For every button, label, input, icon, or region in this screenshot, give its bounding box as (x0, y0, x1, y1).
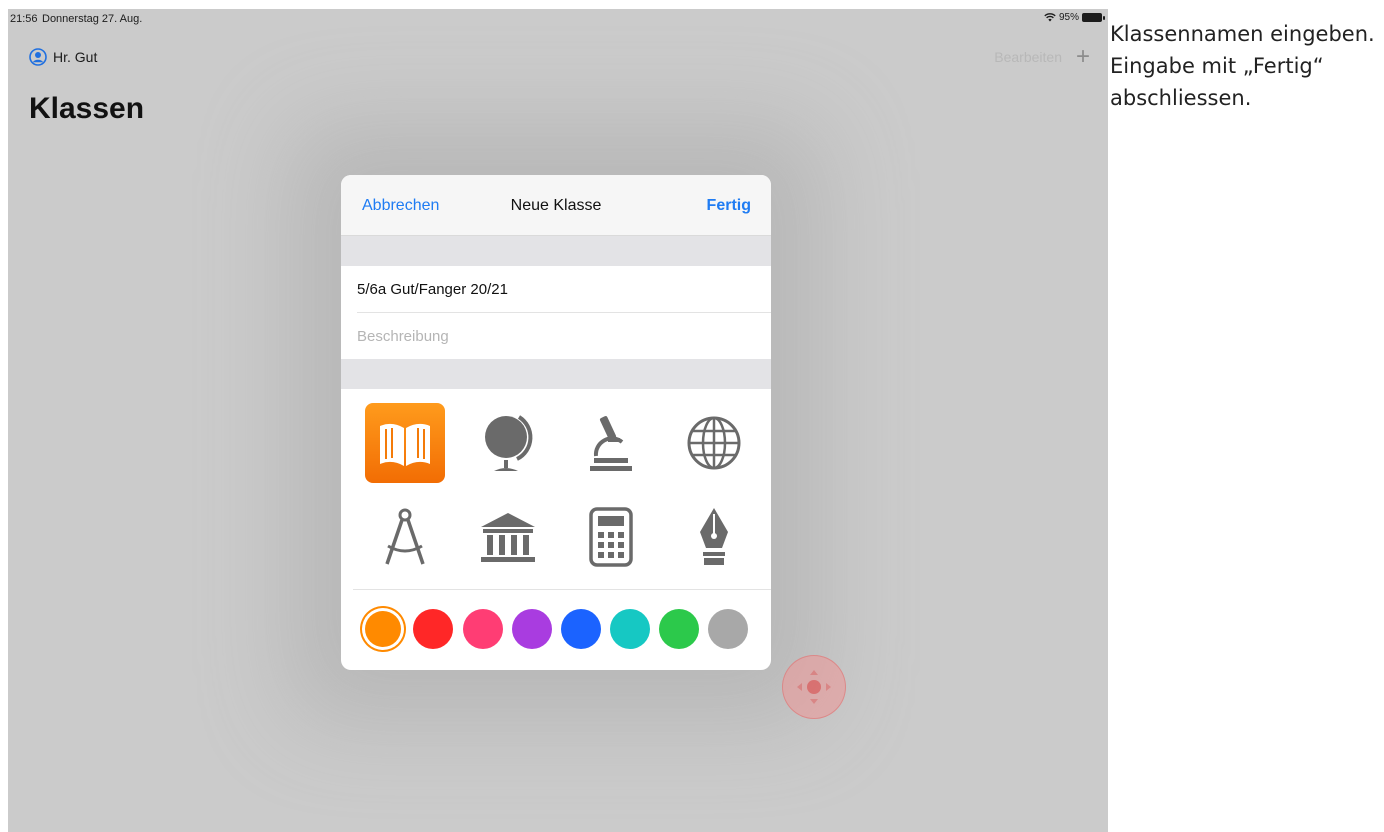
color-swatch-gray[interactable] (708, 609, 748, 649)
class-name-field[interactable]: 5/6a Gut/Fanger 20/21 (357, 266, 771, 313)
color-swatch-pink[interactable] (463, 609, 503, 649)
user-circle-icon (29, 48, 47, 66)
battery-icon (1082, 13, 1105, 22)
calculator-icon[interactable] (571, 497, 651, 577)
wifi-icon (1044, 13, 1056, 22)
color-swatch-orange[interactable] (365, 611, 401, 647)
assistive-touch-icon (797, 670, 831, 704)
done-button[interactable]: Fertig (707, 197, 751, 215)
color-picker (341, 590, 771, 665)
microscope-icon[interactable] (571, 403, 651, 483)
user-button[interactable]: Hr. Gut (29, 48, 97, 66)
instruction-caption: Klassennamen eingeben. Eingabe mit „Fert… (1110, 22, 1375, 110)
section-gap (341, 236, 771, 266)
dialog-header: Abbrechen Neue Klasse Fertig (341, 175, 771, 236)
museum-icon[interactable] (468, 497, 548, 577)
status-date: Donnerstag 27. Aug. (42, 13, 143, 25)
ipad-screen: 21:56 Donnerstag 27. Aug. 95% Hr. Gut Be… (8, 9, 1108, 832)
color-swatch-red[interactable] (413, 609, 453, 649)
section-gap (341, 359, 771, 389)
new-class-dialog: Abbrechen Neue Klasse Fertig 5/6a Gut/Fa… (341, 175, 771, 670)
nav-right: Bearbeiten + (994, 45, 1090, 69)
book-icon[interactable] (365, 403, 445, 483)
color-swatch-green[interactable] (659, 609, 699, 649)
plus-icon[interactable]: + (1076, 45, 1090, 69)
color-swatch-purple[interactable] (512, 609, 552, 649)
fountain-pen-icon[interactable] (674, 497, 754, 577)
page-title: Klassen (29, 92, 145, 125)
color-swatch-teal[interactable] (610, 609, 650, 649)
world-grid-icon[interactable] (674, 403, 754, 483)
user-name: Hr. Gut (53, 49, 98, 65)
status-bar: 21:56 Donnerstag 27. Aug. 95% (8, 9, 1108, 31)
globe-icon[interactable] (468, 403, 548, 483)
color-swatch-blue[interactable] (561, 609, 601, 649)
battery-percent: 95% (1058, 12, 1079, 23)
status-time: 21:56 (10, 13, 38, 25)
compass-icon[interactable] (365, 497, 445, 577)
assistive-touch-button[interactable] (782, 655, 846, 719)
status-right: 95% (1044, 12, 1105, 23)
icon-picker (353, 389, 771, 590)
description-field[interactable]: Beschreibung (357, 313, 771, 359)
edit-button[interactable]: Bearbeiten (994, 49, 1062, 65)
